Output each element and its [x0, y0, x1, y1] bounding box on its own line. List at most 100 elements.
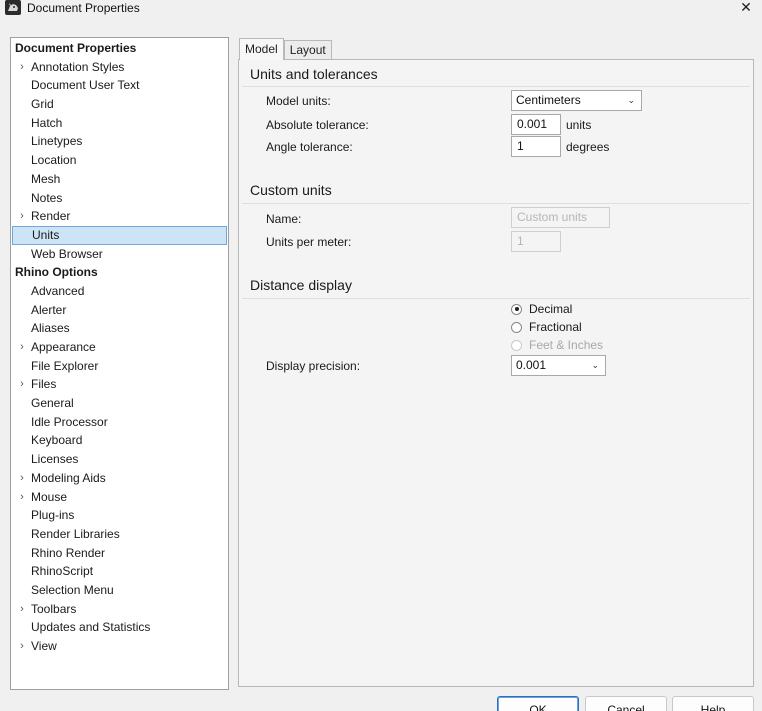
tree-item-hatch[interactable]: Hatch [11, 114, 228, 133]
tree-item-selection-menu[interactable]: Selection Menu [11, 581, 228, 600]
tree-item-label: Grid [31, 97, 54, 112]
tree-item-grid[interactable]: Grid [11, 95, 228, 114]
radio-button-disabled [511, 339, 522, 351]
tree-item-rhinoscript[interactable]: RhinoScript [11, 562, 228, 581]
tree-item-render-libraries[interactable]: Render Libraries [11, 525, 228, 544]
options-tree[interactable]: Document Properties › Annotation Styles Doc… [10, 37, 229, 690]
tab-strip: Model Layout [239, 38, 332, 60]
units-panel: Units and tolerances Model units: Centim… [238, 59, 754, 687]
tree-item-label: Modeling Aids [31, 470, 106, 485]
tree-item-rhino-render[interactable]: Rhino Render [11, 544, 228, 563]
section-divider [242, 86, 750, 87]
tree-item-annotation-styles[interactable]: › Annotation Styles [11, 58, 228, 77]
tree-item-label: Document Properties [15, 41, 137, 55]
help-button[interactable]: Help [672, 696, 754, 711]
tree-item-label: Render Libraries [31, 526, 120, 541]
chevron-right-icon[interactable]: › [17, 469, 27, 488]
section-divider [242, 203, 750, 204]
angle-tolerance-unit: degrees [566, 140, 610, 154]
tree-item-document-properties[interactable]: Document Properties [11, 39, 228, 58]
tree-item-label: General [31, 396, 74, 411]
tree-item-plug-ins[interactable]: Plug-ins [11, 506, 228, 525]
absolute-tolerance-input[interactable]: 0.001 [511, 114, 561, 135]
title-bar: Document Properties ✕ [0, 0, 762, 17]
tree-item-notes[interactable]: Notes [11, 189, 228, 208]
tree-item-advanced[interactable]: Advanced [11, 282, 228, 301]
tree-item-label: Files [31, 377, 57, 392]
tree-item-label: Licenses [31, 452, 79, 467]
tree-item-general[interactable]: General [11, 394, 228, 413]
tree-item-file-explorer[interactable]: File Explorer [11, 357, 228, 376]
tree-item-linetypes[interactable]: Linetypes [11, 132, 228, 151]
tree-item-label: Document User Text [31, 78, 140, 93]
chevron-right-icon[interactable]: › [17, 637, 27, 656]
tree-item-label: Appearance [31, 340, 96, 354]
tree-item-aliases[interactable]: Aliases [11, 319, 228, 338]
tree-item-toolbars[interactable]: › Toolbars [11, 600, 228, 619]
units-tolerances-heading: Units and tolerances [250, 66, 378, 82]
chevron-down-icon: ⌄ [591, 360, 599, 370]
tree-item-label: Updates and Statistics [31, 620, 151, 635]
absolute-tolerance-label: Absolute tolerance: [266, 118, 369, 132]
tree-item-mesh[interactable]: Mesh [11, 170, 228, 189]
tree-item-idle-processor[interactable]: Idle Processor [11, 413, 228, 432]
units-per-meter-input[interactable]: 1 [511, 231, 561, 252]
tree-item-units[interactable]: Units [12, 225, 227, 245]
rhino-icon [5, 0, 21, 15]
radio-button[interactable] [511, 321, 522, 333]
tree-item-rhino-options[interactable]: Rhino Options [11, 263, 228, 282]
tree-item-keyboard[interactable]: Keyboard [11, 431, 228, 450]
tree-item-view[interactable]: › View [11, 637, 228, 656]
tree-item-label: Mesh [31, 171, 61, 186]
chevron-right-icon[interactable]: › [17, 375, 27, 394]
chevron-right-icon[interactable]: › [17, 600, 27, 619]
tree-item-label: Aliases [31, 321, 70, 336]
tree-item-modeling-aids[interactable]: › Modeling Aids [11, 469, 228, 488]
chevron-right-icon[interactable]: › [17, 488, 27, 507]
tree-item-files[interactable]: › Files [11, 375, 228, 394]
tab-model[interactable]: Model [239, 38, 284, 60]
tree-item-label: Web Browser [31, 246, 103, 261]
tree-item-label: Plug-ins [31, 508, 75, 523]
options-tree-list: Document Properties › Annotation Styles Doc… [11, 38, 228, 656]
tree-item-label: Units [32, 227, 60, 242]
ok-button[interactable]: OK [497, 696, 579, 711]
model-units-value: Centimeters [516, 93, 581, 107]
chevron-right-icon[interactable]: › [17, 58, 27, 77]
tree-item-label: Idle Processor [31, 414, 108, 429]
model-units-dropdown[interactable]: Centimeters ⌄ [511, 90, 642, 111]
tree-item-render[interactable]: › Render [11, 207, 228, 226]
chevron-down-icon: ⌄ [627, 95, 635, 105]
tree-item-licenses[interactable]: Licenses [11, 450, 228, 469]
tree-item-label: File Explorer [31, 358, 99, 373]
chevron-right-icon[interactable]: › [17, 338, 27, 357]
angle-tolerance-input[interactable]: 1 [511, 136, 561, 157]
radio-feet-inches: Feet & Inches [511, 337, 603, 353]
angle-tolerance-label: Angle tolerance: [266, 140, 353, 154]
tree-item-alerter[interactable]: Alerter [11, 301, 228, 320]
tree-item-document-user-text[interactable]: Document User Text [11, 76, 228, 95]
tree-item-label: View [31, 639, 57, 653]
cancel-button[interactable]: Cancel [585, 696, 667, 711]
tab-layout[interactable]: Layout [283, 40, 332, 60]
tree-item-label: RhinoScript [31, 564, 94, 579]
tree-item-mouse[interactable]: › Mouse [11, 488, 228, 507]
tree-item-appearance[interactable]: › Appearance [11, 338, 228, 357]
display-precision-dropdown[interactable]: 0.001 ⌄ [511, 355, 606, 376]
radio-button-checked[interactable] [511, 303, 522, 315]
tree-item-label: Rhino Options [15, 265, 98, 280]
custom-units-name-input[interactable]: Custom units [511, 207, 610, 228]
tree-item-label: Keyboard [31, 433, 83, 448]
tree-item-location[interactable]: Location [11, 151, 228, 170]
radio-fractional[interactable]: Fractional [511, 319, 582, 335]
display-precision-label: Display precision: [266, 359, 361, 373]
radio-decimal[interactable]: Decimal [511, 301, 572, 317]
tree-item-label: Render [31, 209, 71, 224]
tree-item-updates-and-statistics[interactable]: Updates and Statistics [11, 618, 228, 637]
chevron-right-icon[interactable]: › [17, 207, 27, 226]
close-icon[interactable]: ✕ [738, 0, 754, 15]
tree-item-label: Hatch [31, 115, 63, 130]
radio-decimal-label: Decimal [529, 302, 573, 316]
tree-item-label: Linetypes [31, 134, 83, 149]
tree-item-web-browser[interactable]: Web Browser [11, 245, 228, 264]
